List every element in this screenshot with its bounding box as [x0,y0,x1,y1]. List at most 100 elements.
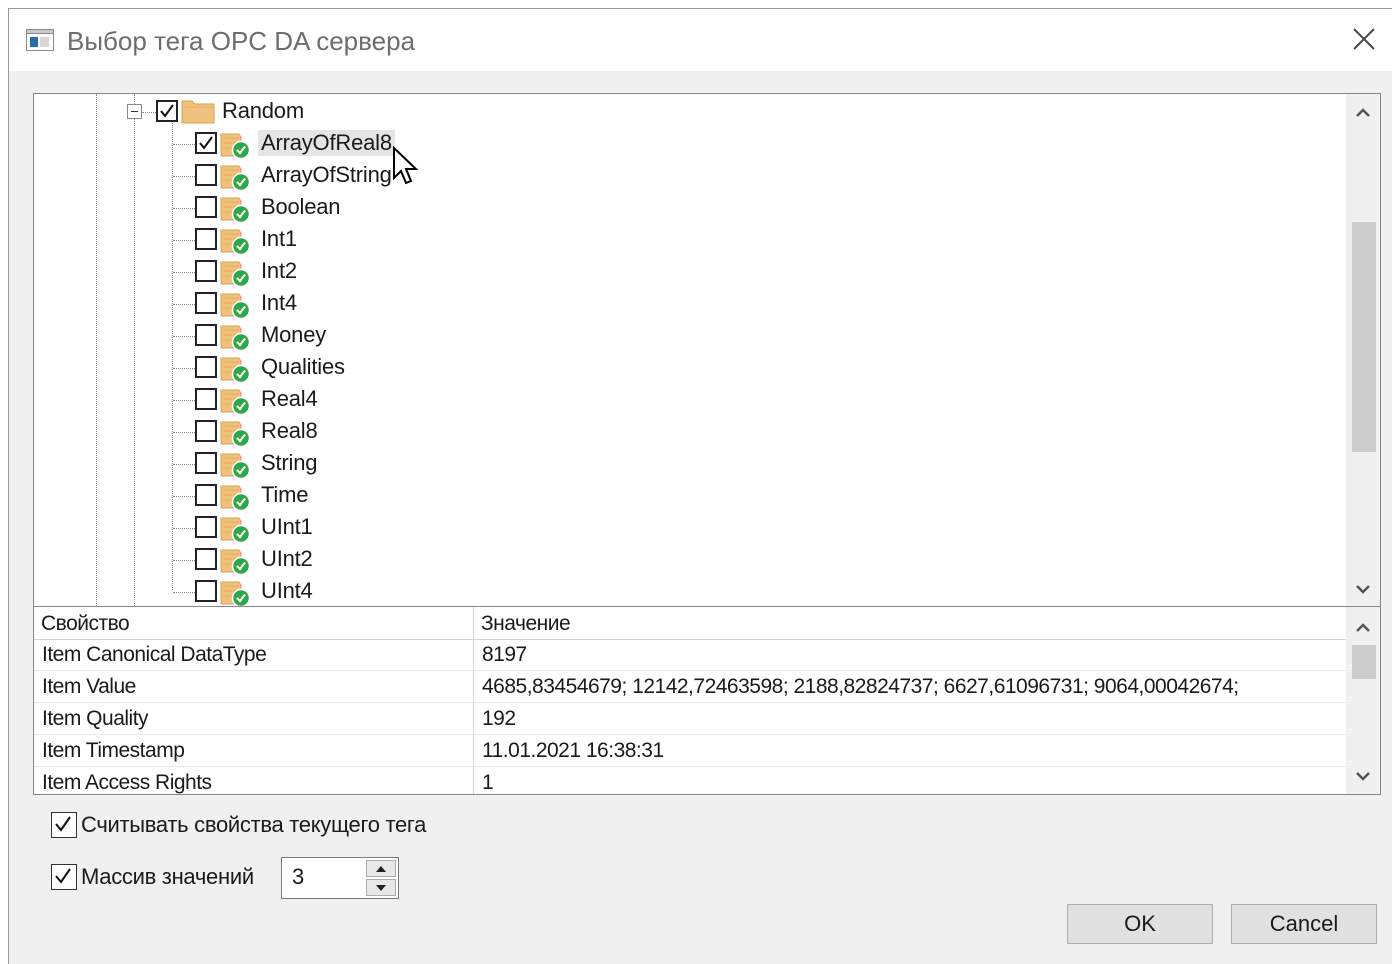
chevron-up-icon [1356,108,1370,117]
property-value: 1 [482,771,494,794]
properties-grid[interactable]: Свойство Значение Item Canonical DataTyp… [33,607,1381,795]
column-header-property[interactable]: Свойство [34,607,474,639]
property-row[interactable]: Item Value 4685,83454679; 12142,72463598;… [34,671,1348,703]
array-count-spinner[interactable]: 3 [281,857,399,899]
triangle-down-icon [376,884,386,891]
tree-node-label: Time [261,482,309,507]
tree-node-label: Qualities [261,354,345,379]
tag-ok-icon [219,162,255,192]
property-value: 11.01.2021 16:38:31 [482,739,664,762]
property-name: Item Timestamp [42,739,185,762]
properties-header: Свойство Значение [34,607,1348,640]
app-window-icon [26,29,54,51]
folder-icon [181,98,215,124]
tag-checkbox[interactable] [195,324,217,346]
scroll-thumb[interactable] [1352,222,1376,452]
property-row[interactable]: Item Quality 192 [34,703,1348,735]
scroll-down-button[interactable] [1346,572,1380,606]
tree-node-int4[interactable]: Int4 [34,288,1334,320]
tag-checkbox[interactable] [195,356,217,378]
tree-node-label: Random [222,98,304,123]
checkbox-random[interactable] [156,100,178,122]
column-header-value[interactable]: Значение [474,607,1348,639]
value-array-option[interactable]: Массив значений [51,861,271,891]
tree-node-boolean[interactable]: Boolean [34,192,1334,224]
tree-node-uint2[interactable]: UInt2 [34,544,1334,576]
tree-node-int1[interactable]: Int1 [34,224,1334,256]
tag-checkbox[interactable] [195,484,217,506]
collapse-toggle[interactable] [127,104,142,119]
property-row[interactable]: Item Access Rights 1 [34,767,1348,794]
mouse-cursor-icon [393,146,419,185]
tree-node-label: Real4 [261,386,318,411]
tag-ok-icon [219,418,255,448]
array-count-value[interactable]: 3 [292,864,304,890]
tag-tree[interactable]: Random ArrayOfReal8 ArrayOfString Boolean I… [33,93,1381,607]
tree-node-label: String [261,450,318,475]
tree-node-uint4[interactable]: UInt4 [34,576,1334,606]
value-array-checkbox[interactable] [51,864,77,890]
property-row[interactable]: Item Canonical DataType 8197 [34,639,1348,671]
tag-checkbox[interactable] [195,260,217,282]
property-name: Item Access Rights [42,771,212,794]
tag-checkbox[interactable] [195,132,217,154]
tree-node-arrayofstring[interactable]: ArrayOfString [34,160,1334,192]
tag-ok-icon [219,450,255,480]
tree-node-label: UInt1 [261,514,313,539]
read-properties-checkbox[interactable] [51,812,77,838]
tag-checkbox[interactable] [195,388,217,410]
tag-ok-icon [219,482,255,512]
tag-ok-icon [219,130,255,160]
spinner-up-button[interactable] [366,860,396,877]
tag-ok-icon [219,514,255,544]
cancel-button[interactable]: Cancel [1231,904,1377,944]
tag-checkbox[interactable] [195,228,217,250]
tag-checkbox[interactable] [195,292,217,314]
tree-node-string[interactable]: String [34,448,1334,480]
tree-node-label: UInt4 [261,578,313,603]
close-button[interactable] [1336,9,1392,69]
close-icon [1353,28,1375,50]
tree-node-money[interactable]: Money [34,320,1334,352]
tag-ok-icon [219,546,255,576]
tree-node-label: Int2 [261,258,297,283]
check-icon [55,868,71,884]
properties-scrollbar[interactable] [1346,607,1380,794]
tree-node-label: Real8 [261,418,318,443]
tree-node-random[interactable]: Random [34,96,1334,128]
tag-checkbox[interactable] [195,196,217,218]
tag-checkbox[interactable] [195,548,217,570]
tag-checkbox[interactable] [195,580,217,602]
property-value: 4685,83454679; 12142,72463598; 2188,8282… [482,675,1239,698]
scroll-up-button[interactable] [1346,96,1380,130]
tree-node-label: Money [261,322,327,347]
read-properties-option[interactable]: Считывать свойства текущего тега [51,809,471,839]
tree-node-arrayofreal8[interactable]: ArrayOfReal8 [34,128,1334,160]
tree-node-qualities[interactable]: Qualities [34,352,1334,384]
tree-node-time[interactable]: Time [34,480,1334,512]
tag-ok-icon [219,354,255,384]
tag-checkbox[interactable] [195,164,217,186]
read-properties-label: Считывать свойства текущего тега [81,812,427,837]
tree-node-uint1[interactable]: UInt1 [34,512,1334,544]
tag-checkbox[interactable] [195,516,217,538]
property-name: Item Value [42,675,136,698]
tag-checkbox[interactable] [195,420,217,442]
scroll-down-button[interactable] [1346,759,1380,793]
property-row[interactable]: Item Timestamp 11.01.2021 16:38:31 [34,735,1348,767]
title-bar: Выбор тега OPC DA сервера [9,9,1392,71]
window-title: Выбор тега OPC DA сервера [67,26,416,56]
triangle-up-icon [376,865,386,872]
ok-button[interactable]: OK [1067,904,1213,944]
tree-node-real4[interactable]: Real4 [34,384,1334,416]
tree-scrollbar[interactable] [1346,94,1380,606]
tree-node-real8[interactable]: Real8 [34,416,1334,448]
tag-checkbox[interactable] [195,452,217,474]
chevron-down-icon [1356,585,1370,594]
spinner-down-button[interactable] [366,879,396,896]
scroll-thumb[interactable] [1352,645,1376,679]
tag-ok-icon [219,226,255,256]
tree-node-int2[interactable]: Int2 [34,256,1334,288]
tag-ok-icon [219,258,255,288]
scroll-up-button[interactable] [1346,611,1380,645]
